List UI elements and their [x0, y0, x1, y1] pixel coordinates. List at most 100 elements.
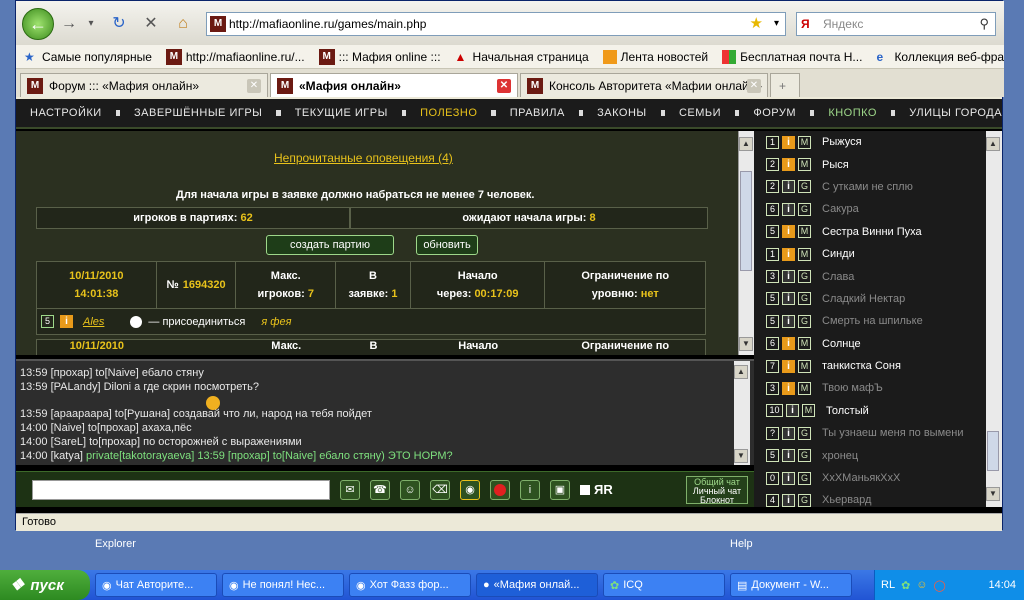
- favorite-web-slices[interactable]: e Коллекция веб-фраг...: [876, 50, 1004, 64]
- player-row[interactable]: 6 i M Солнце: [766, 333, 986, 355]
- notifications-link[interactable]: Непрочитанные оповещения (4): [274, 151, 453, 165]
- nav-useful[interactable]: ПОЛЕЗНО: [420, 107, 477, 119]
- join-radio[interactable]: [130, 315, 143, 328]
- player-row[interactable]: 3 i M Твою мафЪ: [766, 377, 986, 399]
- back-button[interactable]: ←: [22, 8, 54, 40]
- scroll-up-arrow[interactable]: ▲: [739, 137, 753, 151]
- info-icon[interactable]: i: [782, 225, 795, 239]
- stop-icon[interactable]: ✕: [140, 13, 162, 35]
- taskbar-not-understood[interactable]: ◉ Не понял! Нес...: [222, 573, 344, 597]
- player-name[interactable]: Сакура: [822, 203, 859, 215]
- player-name[interactable]: Рыся: [822, 159, 849, 171]
- player-row[interactable]: 4 i G Хьервард: [766, 489, 986, 511]
- info-icon[interactable]: i: [782, 359, 795, 373]
- lock-icon[interactable]: ◉: [460, 479, 480, 500]
- nav-knopko[interactable]: КНОПКО: [828, 107, 877, 119]
- taskbar-hot-fuzz[interactable]: ◉ Хот Фазз фор...: [349, 573, 471, 597]
- create-game-button[interactable]: создать партию: [266, 235, 394, 255]
- player-list-scrollbar[interactable]: ▲ ▼: [986, 131, 1002, 507]
- favorite-free-mail[interactable]: Бесплатная почта Н...: [722, 49, 862, 64]
- record-icon[interactable]: [490, 479, 510, 500]
- info-icon[interactable]: i: [782, 180, 795, 194]
- player-name[interactable]: Ты узнаеш меня по вымени: [822, 427, 963, 439]
- player-row[interactable]: 5 i G Сладкий Нектар: [766, 288, 986, 310]
- lobby-scrollbar[interactable]: ▲ ▼: [738, 131, 754, 355]
- message-icon[interactable]: M: [798, 381, 811, 395]
- player-name[interactable]: Смерть на шпильке: [822, 315, 923, 327]
- player-name[interactable]: Слава: [822, 271, 854, 283]
- player-name[interactable]: хронец: [822, 450, 858, 462]
- refresh-icon[interactable]: ↻: [108, 13, 130, 35]
- guest-icon[interactable]: G: [798, 292, 811, 306]
- player-row[interactable]: 1 i M Синди: [766, 243, 986, 265]
- info-icon[interactable]: i: [786, 404, 799, 418]
- player-name[interactable]: Сестра Винни Пуха: [822, 226, 922, 238]
- chat-mode-switcher[interactable]: Общий чат Личный чат Блокнот: [686, 475, 748, 505]
- taskbar-chat[interactable]: ◉ Чат Авторите...: [95, 573, 217, 597]
- taskbar-icq[interactable]: ✿ ICQ: [603, 573, 725, 597]
- player-name[interactable]: Хьервард: [822, 494, 871, 506]
- message-icon[interactable]: M: [798, 247, 811, 261]
- info-icon[interactable]: i: [782, 314, 795, 328]
- taskbar-mafia-online[interactable]: ● «Мафия онлай...: [476, 573, 598, 597]
- chat-mode-notebook[interactable]: Блокнот: [687, 495, 747, 505]
- player-row[interactable]: 5 i M Сестра Винни Пуха: [766, 221, 986, 243]
- favorite-mafia-online[interactable]: M::: Мафия online :::: [318, 48, 441, 65]
- chat-scrollbar[interactable]: ▲ ▼: [734, 361, 750, 465]
- player-row[interactable]: 7 i Mтанкистка Соня: [766, 355, 986, 377]
- favorite-popular[interactable]: ★ Самые популярные: [24, 50, 152, 64]
- player-name[interactable]: Твою мафЪ: [822, 382, 883, 394]
- nav-forum[interactable]: ФОРУМ: [753, 107, 796, 119]
- message-icon[interactable]: M: [798, 359, 811, 373]
- game-entry-next[interactable]: 10/11/2010 Макс. В Начало Ограничение по: [36, 339, 706, 355]
- guest-icon[interactable]: G: [798, 426, 811, 440]
- icq-tray-icon[interactable]: ✿: [901, 579, 910, 592]
- search-box[interactable]: Я Яндекс ⚲: [796, 12, 996, 36]
- player-row[interactable]: 1 i M Рыжуся: [766, 131, 986, 153]
- tab-console[interactable]: M Консоль Авторитета «Мафии онлайн» ✕: [520, 73, 768, 97]
- favorite-mafia-url[interactable]: Mhttp://mafiaonline.ru/...: [165, 48, 305, 65]
- opera-tray-icon[interactable]: ◯: [934, 579, 946, 592]
- info-icon[interactable]: i: [782, 202, 795, 216]
- tab-mafia-online[interactable]: M «Мафия онлайн» ✕: [270, 73, 518, 97]
- info-icon[interactable]: i: [782, 471, 795, 485]
- player-row[interactable]: 0 i G ХхХМаньякХхХ: [766, 467, 986, 489]
- info-icon[interactable]: i: [782, 158, 795, 172]
- info-icon[interactable]: i: [782, 247, 795, 261]
- phone-icon[interactable]: ☎: [370, 479, 390, 500]
- nav-settings[interactable]: НАСТРОЙКИ: [30, 107, 102, 119]
- info-icon[interactable]: i: [782, 493, 795, 507]
- player-name[interactable]: Толстый: [826, 405, 869, 417]
- player-row[interactable]: 6 i G Сакура: [766, 198, 986, 220]
- info-icon[interactable]: i: [782, 426, 795, 440]
- info-icon[interactable]: i: [782, 337, 795, 351]
- player-row[interactable]: ? i G Ты узнаеш меня по вымени: [766, 422, 986, 444]
- nav-current-games[interactable]: ТЕКУЩИЕ ИГРЫ: [295, 107, 388, 119]
- player-name[interactable]: танкистка Соня: [822, 360, 901, 372]
- chat-input[interactable]: [32, 479, 330, 500]
- player-name-link[interactable]: Ales: [83, 316, 104, 328]
- player-name[interactable]: Синди: [822, 248, 855, 260]
- search-icon[interactable]: ⚲: [979, 13, 989, 35]
- player-name[interactable]: ХхХМаньякХхХ: [822, 472, 900, 484]
- scroll-up-arrow[interactable]: ▲: [986, 137, 1000, 151]
- player-row[interactable]: 2 i M Рыся: [766, 153, 986, 175]
- scroll-thumb[interactable]: [987, 431, 999, 471]
- scroll-thumb[interactable]: [740, 171, 752, 271]
- scroll-down-arrow[interactable]: ▼: [734, 449, 748, 463]
- speech-bubble-icon[interactable]: ✉: [340, 479, 360, 500]
- scroll-down-arrow[interactable]: ▼: [739, 337, 753, 351]
- taskbar-word[interactable]: ▤ Документ - W...: [730, 573, 852, 597]
- info-icon[interactable]: i: [782, 381, 795, 395]
- favorite-news-feed[interactable]: Лента новостей: [602, 49, 708, 64]
- player-name[interactable]: Рыжуся: [822, 136, 862, 148]
- close-icon[interactable]: ✕: [747, 79, 761, 93]
- desktop-help-label[interactable]: Help: [730, 538, 753, 550]
- info-icon[interactable]: i: [782, 270, 795, 284]
- refresh-button[interactable]: обновить: [416, 235, 478, 255]
- guest-icon[interactable]: G: [798, 493, 811, 507]
- guest-icon[interactable]: G: [798, 270, 811, 284]
- guest-icon[interactable]: G: [798, 314, 811, 328]
- history-dropdown-icon[interactable]: ▾: [80, 13, 102, 35]
- info-icon[interactable]: i: [782, 135, 795, 149]
